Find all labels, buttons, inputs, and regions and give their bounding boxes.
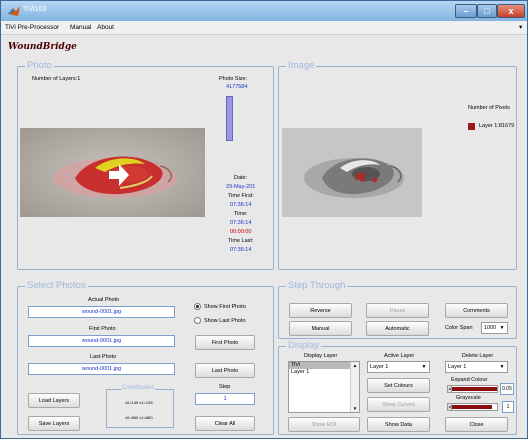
time-last-label: Time Last: — [228, 238, 254, 244]
display-panel: Display Display Layer TiVi Layer 1 ▲ ▼ A… — [278, 340, 517, 435]
first-photo-field[interactable]: wound-0001.jpg — [28, 335, 175, 347]
processed-image — [282, 128, 422, 217]
image-panel: Image Number of Pixels Layer 1:81679 — [278, 60, 517, 270]
scroll-up-icon[interactable]: ▲ — [351, 363, 359, 368]
step-label: Step — [219, 384, 231, 390]
show-first-photo-radio[interactable] — [194, 303, 201, 310]
color-span-dropdown[interactable]: 1000 ▼ — [481, 322, 508, 334]
chevron-down-icon: ▼ — [421, 364, 427, 370]
step-through-panel: Step Through Reverse Pause Comments Manu… — [278, 280, 517, 339]
show-last-photo-radio[interactable] — [194, 317, 201, 324]
menu-overflow-icon[interactable]: ▾ — [519, 23, 522, 31]
reverse-button[interactable]: Reverse — [289, 303, 352, 318]
image-panel-title: Image — [286, 60, 317, 71]
title-bar: TiVi103 – □ x — [1, 1, 527, 21]
app-window: TiVi103 – □ x TiVi Pre-Processor Manual … — [0, 0, 528, 439]
show-roi-button[interactable]: Show ROI — [288, 417, 360, 432]
time-first-value: 07:36:14 — [230, 202, 252, 208]
expand-value-field[interactable]: 0.05 — [500, 383, 514, 395]
actual-photo-label: Actual Photo — [88, 297, 120, 303]
step-through-title: Step Through — [286, 280, 348, 291]
show-curves-button[interactable]: Show Curves — [367, 397, 430, 412]
clear-all-button[interactable]: Clear All — [195, 416, 255, 431]
active-layer-dropdown[interactable]: Layer 1 ▼ — [367, 361, 430, 373]
set-colours-button[interactable]: Set Colours — [367, 378, 430, 393]
menu-manual[interactable]: Manual — [70, 24, 91, 31]
photo-panel: Photo Number of Layers:1 Photo Size: 417… — [17, 60, 274, 270]
manual-button[interactable]: Manual — [289, 321, 352, 336]
photo-size-value: 4177584 — [226, 84, 248, 90]
pause-button[interactable]: Pause — [366, 303, 429, 318]
time-label: Time: — [234, 211, 248, 217]
list-scrollbar[interactable]: ▲ ▼ — [350, 362, 359, 412]
chevron-down-icon: ▼ — [499, 325, 505, 331]
photo-size-bar — [226, 96, 233, 141]
menu-tivi-preprocessor[interactable]: TiVi Pre-Processor — [5, 24, 59, 31]
time-last-value: 07:36:14 — [230, 247, 252, 253]
active-layer-label: Active Layer — [384, 353, 415, 359]
list-item[interactable]: Layer 1 — [289, 369, 351, 376]
last-photo-label: Last Photo — [90, 354, 117, 360]
automatic-button[interactable]: Automatic — [366, 321, 429, 336]
photo-panel-title: Photo — [25, 60, 54, 71]
time-value: 07:36:14 — [230, 220, 252, 226]
coordinates-row-1: x0=145 x1=145 — [125, 400, 153, 405]
close-button[interactable]: x — [497, 4, 525, 18]
list-item[interactable]: TiVi — [289, 362, 351, 369]
coordinates-title: Coordinates — [121, 385, 156, 391]
delete-layer-label: Delete Layer — [462, 353, 494, 359]
expand-colour-slider[interactable]: ◂ — [447, 385, 498, 393]
arrow-cursor-icon — [109, 164, 129, 186]
date-value: 29-May-201 — [226, 184, 256, 190]
coordinates-box: Coordinates x0=145 x1=145 x0=860 x1=860 — [106, 385, 174, 428]
grayscale-label: Grayscale — [456, 395, 481, 401]
show-data-button[interactable]: Show Data — [367, 417, 430, 432]
select-photos-panel: Select Photos Actual Photo wound-0001.jp… — [17, 280, 274, 435]
show-first-photo-label[interactable]: Show First Photo — [204, 304, 246, 310]
comments-button[interactable]: Comments — [445, 303, 508, 318]
save-layers-button[interactable]: Save Layers — [28, 416, 80, 431]
layers-count-label: Number of Layers:1 — [32, 76, 81, 82]
matlab-app-icon — [8, 6, 20, 16]
color-span-value: 1000 — [484, 325, 497, 331]
expand-colour-label: Expand Colour — [451, 377, 488, 383]
first-photo-button[interactable]: First Photo — [195, 335, 255, 350]
delete-layer-dropdown[interactable]: Layer 1 ▼ — [445, 361, 508, 373]
close-app-button[interactable]: Close — [445, 417, 508, 432]
maximize-button[interactable]: □ — [477, 4, 497, 18]
load-layers-button[interactable]: Load Layers — [28, 393, 80, 408]
select-photos-title: Select Photos — [25, 280, 88, 291]
date-label: Date: — [234, 175, 248, 181]
photo-size-label: Photo Size: — [219, 76, 248, 82]
woundbridge-logo: WoundBridge — [8, 42, 77, 52]
last-photo-field[interactable]: wound-0001.jpg — [28, 363, 175, 375]
menu-bar: TiVi Pre-Processor Manual About ▾ — [1, 21, 527, 35]
delete-layer-value: Layer 1 — [448, 364, 467, 370]
display-layer-label: Display Layer — [304, 353, 338, 359]
actual-photo-field[interactable]: wound-0001.jpg — [28, 306, 175, 318]
number-of-pixels-label: Number of Pixels — [468, 105, 510, 111]
display-title: Display — [286, 340, 322, 351]
display-layer-list[interactable]: TiVi Layer 1 ▲ ▼ — [288, 361, 360, 413]
last-photo-button[interactable]: Last Photo — [195, 363, 255, 378]
step-field[interactable]: 1 — [195, 393, 255, 405]
color-span-label: Color Span — [445, 325, 473, 331]
window-title: TiVi103 — [23, 6, 47, 13]
chevron-down-icon: ▼ — [499, 364, 505, 370]
active-layer-value: Layer 1 — [370, 364, 389, 370]
time-first-label: Time First: — [228, 193, 254, 199]
elapsed-value: 00:00:00 — [230, 229, 252, 235]
grayscale-value-field[interactable]: 1 — [502, 401, 514, 413]
first-photo-label: First Photo — [89, 326, 116, 332]
grayscale-slider[interactable]: ◂ — [447, 403, 498, 411]
legend-entry: Layer 1:81679 — [479, 123, 515, 129]
scroll-down-icon[interactable]: ▼ — [351, 406, 359, 411]
show-last-photo-label[interactable]: Show Last Photo — [204, 318, 246, 324]
coordinates-row-2: x0=860 x1=860 — [125, 415, 153, 420]
menu-about[interactable]: About — [97, 24, 114, 31]
legend-swatch — [468, 123, 475, 130]
minimize-button[interactable]: – — [455, 4, 477, 18]
